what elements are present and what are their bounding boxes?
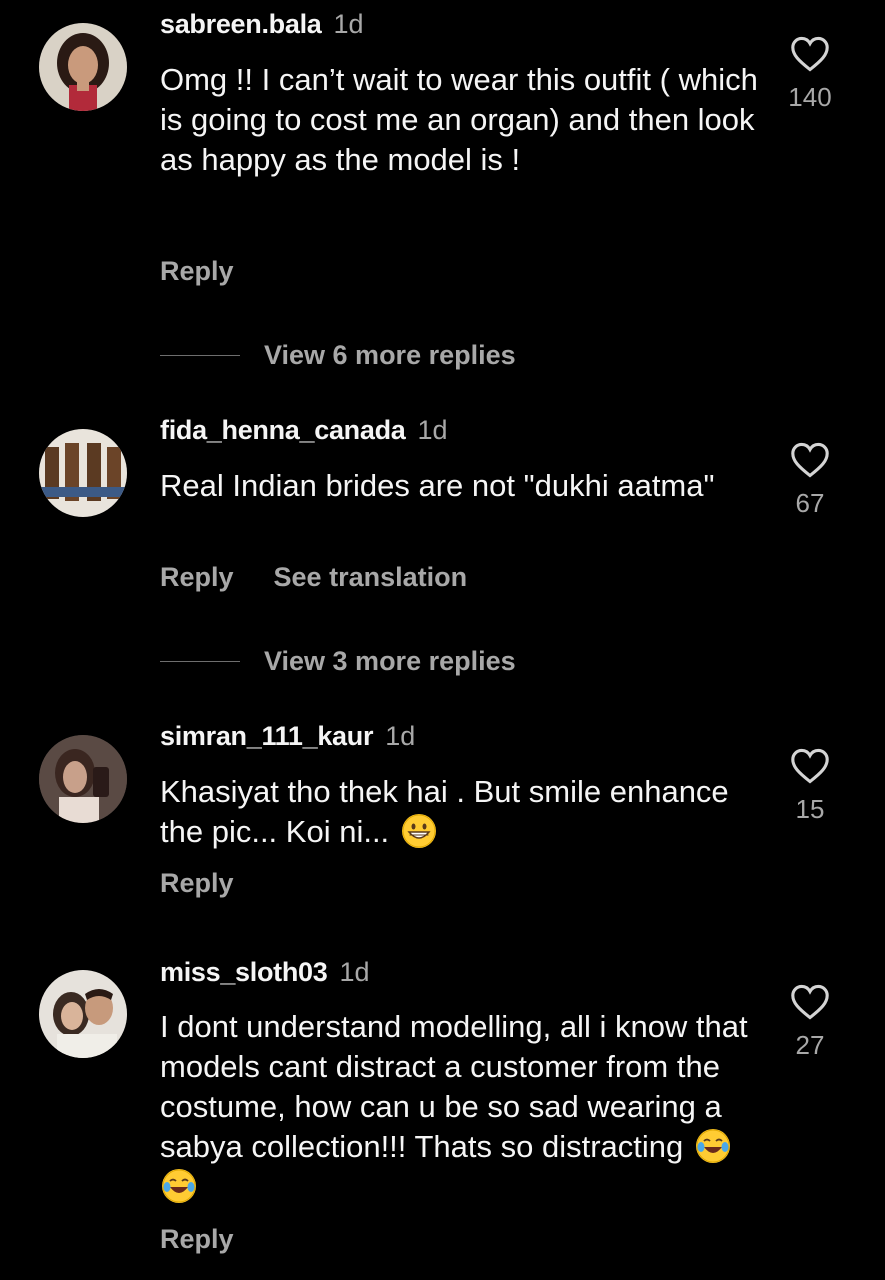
avatar-image	[39, 23, 127, 111]
like-button[interactable]: 67	[780, 442, 840, 519]
like-button[interactable]: 15	[780, 748, 840, 825]
comment-text: Khasiyat tho thek hai . But smile enhanc…	[160, 772, 740, 852]
divider-line	[160, 660, 240, 663]
timestamp: 1d	[385, 721, 416, 751]
username[interactable]: simran_111_kaur	[160, 721, 373, 751]
tears-of-joy-icon	[162, 1169, 196, 1203]
heart-icon	[791, 442, 829, 478]
like-count: 140	[788, 82, 832, 112]
avatar[interactable]	[39, 429, 127, 517]
avatar[interactable]	[39, 970, 127, 1058]
avatar[interactable]	[39, 23, 127, 111]
grinning-face-emoji	[401, 814, 436, 848]
divider-line	[160, 354, 240, 357]
username[interactable]: fida_henna_canada	[160, 415, 406, 445]
timestamp: 1d	[417, 415, 448, 445]
heart-icon	[791, 36, 829, 72]
heart-icon	[791, 748, 829, 784]
view-more-label: View 3 more replies	[264, 646, 516, 676]
avatar[interactable]	[39, 735, 127, 823]
tears-of-joy-emoji	[695, 1129, 730, 1163]
reply-button[interactable]: Reply	[160, 562, 234, 592]
like-count: 27	[795, 1030, 825, 1060]
view-more-replies[interactable]: View 6 more replies	[160, 340, 516, 371]
like-button[interactable]: 27	[780, 984, 840, 1061]
comment-text-body: I dont understand modelling, all i know …	[160, 1009, 748, 1164]
timestamp: 1d	[333, 9, 364, 39]
avatar-image	[39, 735, 127, 823]
tears-of-joy-emoji	[162, 1169, 196, 1203]
avatar-image	[39, 970, 127, 1058]
like-button[interactable]: 140	[780, 36, 840, 113]
like-count: 15	[795, 794, 825, 824]
view-more-label: View 6 more replies	[264, 340, 516, 370]
like-count: 67	[795, 488, 825, 518]
reply-button[interactable]: Reply	[160, 1224, 234, 1254]
timestamp: 1d	[339, 957, 370, 987]
username[interactable]: miss_sloth03	[160, 957, 328, 987]
tears-of-joy-icon	[696, 1129, 730, 1163]
comment-text: Omg !! I can’t wait to wear this outfit …	[160, 62, 758, 177]
reply-button[interactable]: Reply	[160, 868, 234, 898]
comment-text: I dont understand modelling, all i know …	[160, 1007, 760, 1207]
grinning-face-icon	[402, 814, 436, 848]
heart-icon	[791, 984, 829, 1020]
see-translation-button[interactable]: See translation	[274, 562, 468, 592]
reply-button[interactable]: Reply	[160, 256, 234, 286]
comment-text: Real Indian brides are not "dukhi aatma"	[160, 468, 715, 503]
comment-text-body: Khasiyat tho thek hai . But smile enhanc…	[160, 774, 729, 849]
view-more-replies[interactable]: View 3 more replies	[160, 646, 516, 677]
avatar-image	[39, 429, 127, 517]
username[interactable]: sabreen.bala	[160, 9, 322, 39]
